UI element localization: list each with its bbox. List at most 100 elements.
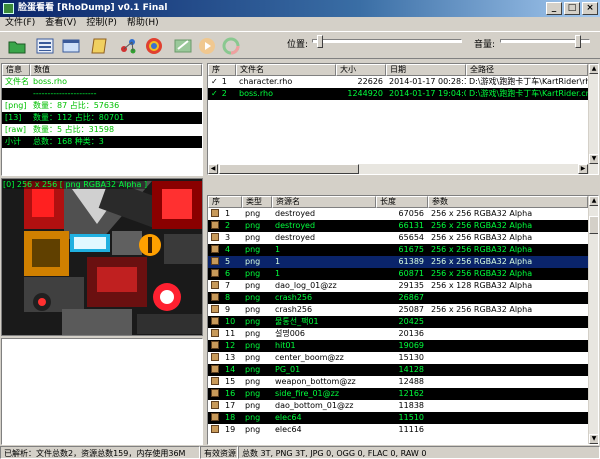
resources-panel: 序 类型 资源名 长度 参数 1 png destroyed 67056 256 x 2… (207, 195, 599, 445)
file-icon (211, 377, 219, 385)
position-label: 位置: (287, 40, 309, 50)
menu-bar: 文件(F) 查看(V) 控制(P) 帮助(H) (0, 17, 600, 30)
file-icon (211, 341, 219, 349)
resource-row[interactable]: 1 png destroyed 67056 256 x 256 RGBA32 Alpha (208, 208, 588, 220)
info-row[interactable]: 文件名 boss.rho (2, 76, 202, 88)
files-header-path[interactable]: 全路径 (466, 64, 588, 76)
files-header-name[interactable]: 文件名 (236, 64, 336, 76)
resources-header: 序 类型 资源名 长度 参数 (208, 196, 588, 208)
info-row[interactable]: [raw] 数量：5 占比：31598 (2, 124, 202, 136)
resource-row-params (428, 376, 588, 388)
list-view-icon (36, 38, 54, 54)
info-row[interactable]: ---------------------- (2, 88, 202, 100)
files-hscroll-thumb[interactable] (219, 164, 359, 174)
resources-header-type[interactable]: 类型 (242, 196, 272, 208)
info-row-label: 文件名 (5, 77, 29, 86)
file-row-index[interactable]: ✓ 2 (208, 88, 236, 100)
file-row[interactable]: ✓ 1 character.rho 22626 2014-01-17 00:28:10 D… (208, 76, 588, 88)
resource-row[interactable]: 14 png PG_01 14128 (208, 364, 588, 376)
file-row[interactable]: ✓ 2 boss.rho 1244920 2014-01-17 19:04:08 D:\游… (208, 88, 588, 100)
resource-row[interactable]: 13 png center_boom@zz 15130 (208, 352, 588, 364)
check-icon[interactable]: ✓ (211, 89, 218, 98)
refresh-button[interactable] (220, 35, 242, 57)
scroll-down-button[interactable]: ▼ (589, 154, 598, 164)
info-row-value: 总数：168 种类：3 (33, 137, 104, 146)
file-row-path: D:\游戏\跑跑卡丁车\KartRider\rho\Data\character… (469, 77, 588, 86)
resource-row[interactable]: 10 png 물통선_팩01 20425 (208, 316, 588, 328)
resource-row[interactable]: 18 png elec64 11510 (208, 412, 588, 424)
close-button[interactable]: × (582, 2, 598, 15)
resource-row[interactable]: 4 png 1 61675 256 x 256 RGBA32 Alpha (208, 244, 588, 256)
title-bar[interactable]: 脸蛋看看 [RhoDump] v0.1 Final _ □ × (0, 0, 600, 17)
resources-vscroll-thumb[interactable] (589, 216, 598, 234)
scroll-up-button[interactable]: ▲ (589, 64, 598, 74)
files-header-index[interactable]: 序 (208, 64, 236, 76)
resource-row[interactable]: 11 png 설명006 20136 (208, 328, 588, 340)
files-header-size[interactable]: 大小 (336, 64, 386, 76)
volume-slider-thumb[interactable] (575, 35, 581, 48)
resource-row-length: 19069 (398, 341, 424, 350)
maximize-button[interactable]: □ (564, 2, 580, 15)
info-header-value[interactable]: 数值 (30, 64, 202, 76)
resource-row[interactable]: 7 png dao_log_01@zz 29135 256 x 128 RGBA32 A… (208, 280, 588, 292)
resource-row-params: 256 x 256 RGBA32 Alpha (431, 221, 533, 230)
resource-row[interactable]: 19 png elec64 11116 (208, 424, 588, 436)
scroll-down-button[interactable]: ▼ (589, 434, 598, 444)
list-view-button[interactable] (34, 35, 56, 57)
menu-file[interactable]: 文件(F) (5, 17, 35, 30)
position-slider-thumb[interactable] (317, 35, 323, 48)
resource-row-params (428, 424, 588, 436)
window-view-button[interactable] (60, 35, 82, 57)
files-vscrollbar[interactable]: ▲ ▼ (588, 64, 598, 174)
scroll-up-button[interactable]: ▲ (589, 196, 598, 206)
menu-help[interactable]: 帮助(H) (127, 17, 159, 30)
open-folder-button[interactable] (6, 35, 28, 57)
scroll-right-button[interactable]: ▶ (578, 164, 588, 174)
resource-row-name: crash256 (275, 305, 313, 314)
file-row-index[interactable]: ✓ 1 (208, 76, 236, 88)
info-row[interactable]: 小计 总数：168 种类：3 (2, 136, 202, 148)
file-icon (211, 281, 219, 289)
info-row-value: ---------------------- (33, 89, 97, 98)
browser-button[interactable] (143, 35, 165, 57)
info-row[interactable]: [13] 数量：112 占比：80701 (2, 112, 202, 124)
resource-row[interactable]: 17 png dao_bottom_01@zz 11838 (208, 400, 588, 412)
export-button[interactable] (172, 35, 194, 57)
resource-row[interactable]: 15 png weapon_bottom@zz 12488 (208, 376, 588, 388)
play-button[interactable] (196, 35, 218, 57)
menu-control[interactable]: 控制(P) (86, 17, 116, 30)
resource-row-type: png (245, 389, 261, 398)
volume-label: 音量: (474, 40, 496, 50)
resource-row[interactable]: 5 png 1 61389 256 x 256 RGBA32 Alpha (208, 256, 588, 268)
resource-row[interactable]: 9 png crash256 25087 256 x 256 RGBA32 Alpha (208, 304, 588, 316)
resources-header-params[interactable]: 参数 (428, 196, 588, 208)
resource-row[interactable]: 2 png destroyed 66131 256 x 256 RGBA32 Alpha (208, 220, 588, 232)
info-row-label: 小计 (5, 137, 21, 146)
resource-row[interactable]: 8 png crash256 26867 (208, 292, 588, 304)
resources-vscrollbar[interactable]: ▲ ▼ (588, 196, 598, 444)
resources-header-name[interactable]: 资源名 (272, 196, 376, 208)
resource-row[interactable]: 16 png side_fire_01@zz 12162 (208, 388, 588, 400)
files-hscrollbar[interactable]: ◀ ▶ (208, 164, 588, 174)
minimize-button[interactable]: _ (546, 2, 562, 15)
resource-row-name: destroyed (275, 221, 316, 230)
volume-slider[interactable] (500, 35, 590, 48)
resource-row-number: 12 (225, 341, 236, 350)
files-header-date[interactable]: 日期 (386, 64, 466, 76)
resources-header-index[interactable]: 序 (208, 196, 242, 208)
resource-row[interactable]: 12 png hit01 19069 (208, 340, 588, 352)
info-row-label (2, 88, 30, 100)
resource-row[interactable]: 6 png 1 60871 256 x 256 RGBA32 Alpha (208, 268, 588, 280)
info-row[interactable]: [png] 数量：87 占比：57636 (2, 100, 202, 112)
script-button[interactable] (89, 35, 111, 57)
resources-header-length[interactable]: 长度 (376, 196, 428, 208)
position-slider[interactable] (312, 35, 462, 48)
resource-row[interactable]: 3 png destroyed 65654 256 x 256 RGBA32 Alpha (208, 232, 588, 244)
menu-view[interactable]: 查看(V) (45, 17, 76, 30)
tools-button[interactable] (117, 35, 139, 57)
info-header-key[interactable]: 信息 (2, 64, 30, 76)
app-icon (3, 3, 14, 14)
resource-row-length: 65654 (398, 233, 424, 242)
check-icon[interactable]: ✓ (211, 77, 218, 86)
scroll-left-button[interactable]: ◀ (208, 164, 218, 174)
